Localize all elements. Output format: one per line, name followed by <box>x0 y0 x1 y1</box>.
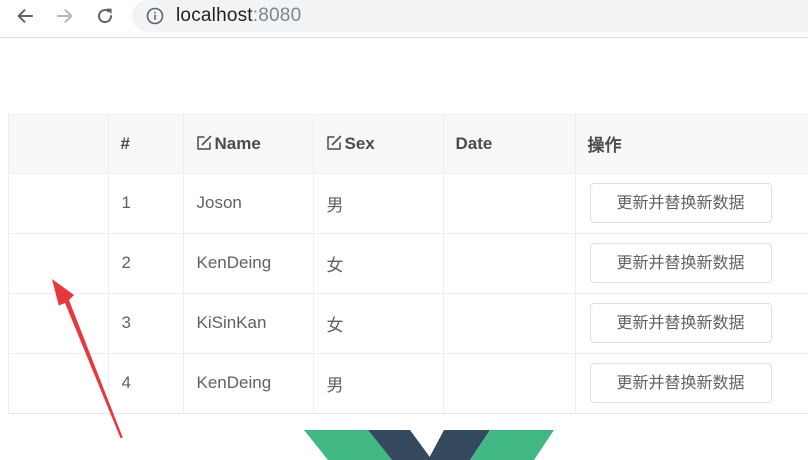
edit-icon <box>326 135 342 151</box>
browser-toolbar: localhost:8080 <box>0 0 808 38</box>
cell-actions: 更新并替换新数据 <box>575 353 808 413</box>
table-header-row: # Name Sex Date 操作 <box>9 115 808 174</box>
cell-date <box>443 233 576 294</box>
annotation-arrow-icon <box>52 279 123 439</box>
cell-sex[interactable]: 男 <box>313 353 444 413</box>
header-sex[interactable]: Sex <box>313 115 444 174</box>
cell-name[interactable]: KiSinKan <box>183 293 314 354</box>
table-row: 1 Joson 男 更新并替换新数据 <box>9 173 808 234</box>
header-name[interactable]: Name <box>183 115 314 174</box>
cell-date <box>443 293 576 354</box>
header-date: Date <box>443 115 576 174</box>
cell-date <box>443 173 576 234</box>
header-sex-label: Sex <box>344 133 375 153</box>
cell-name[interactable]: KenDeing <box>183 353 314 413</box>
reload-icon[interactable] <box>93 4 117 28</box>
header-selection <box>9 115 109 174</box>
update-replace-button[interactable]: 更新并替换新数据 <box>589 183 772 223</box>
url-text: localhost:8080 <box>176 4 301 28</box>
back-arrow-icon[interactable] <box>13 4 37 28</box>
cell-index: 1 <box>108 173 184 234</box>
update-replace-button[interactable]: 更新并替换新数据 <box>589 243 772 283</box>
forward-arrow-icon[interactable] <box>53 4 77 28</box>
url-port: :8080 <box>252 5 302 26</box>
cell-date <box>443 353 576 413</box>
update-replace-button[interactable]: 更新并替换新数据 <box>589 363 772 404</box>
header-name-label: Name <box>214 133 261 153</box>
header-actions: 操作 <box>575 115 808 174</box>
cell-actions: 更新并替换新数据 <box>575 233 808 294</box>
info-icon[interactable] <box>146 7 164 25</box>
cell-sex[interactable]: 女 <box>313 233 444 294</box>
update-replace-button[interactable]: 更新并替换新数据 <box>589 303 772 343</box>
cell-sex[interactable]: 女 <box>313 293 444 354</box>
cell-name[interactable]: KenDeing <box>183 233 314 294</box>
edit-icon <box>196 135 212 151</box>
cell-actions: 更新并替换新数据 <box>575 293 808 354</box>
header-index: # <box>108 115 184 174</box>
address-bar[interactable]: localhost:8080 <box>132 0 808 32</box>
cell-actions: 更新并替换新数据 <box>575 173 808 234</box>
url-host: localhost <box>176 5 253 26</box>
cell-name[interactable]: Joson <box>183 173 314 234</box>
cell-sex[interactable]: 男 <box>313 173 444 234</box>
vue-logo-icon <box>304 430 554 460</box>
cell-selection <box>9 173 109 234</box>
